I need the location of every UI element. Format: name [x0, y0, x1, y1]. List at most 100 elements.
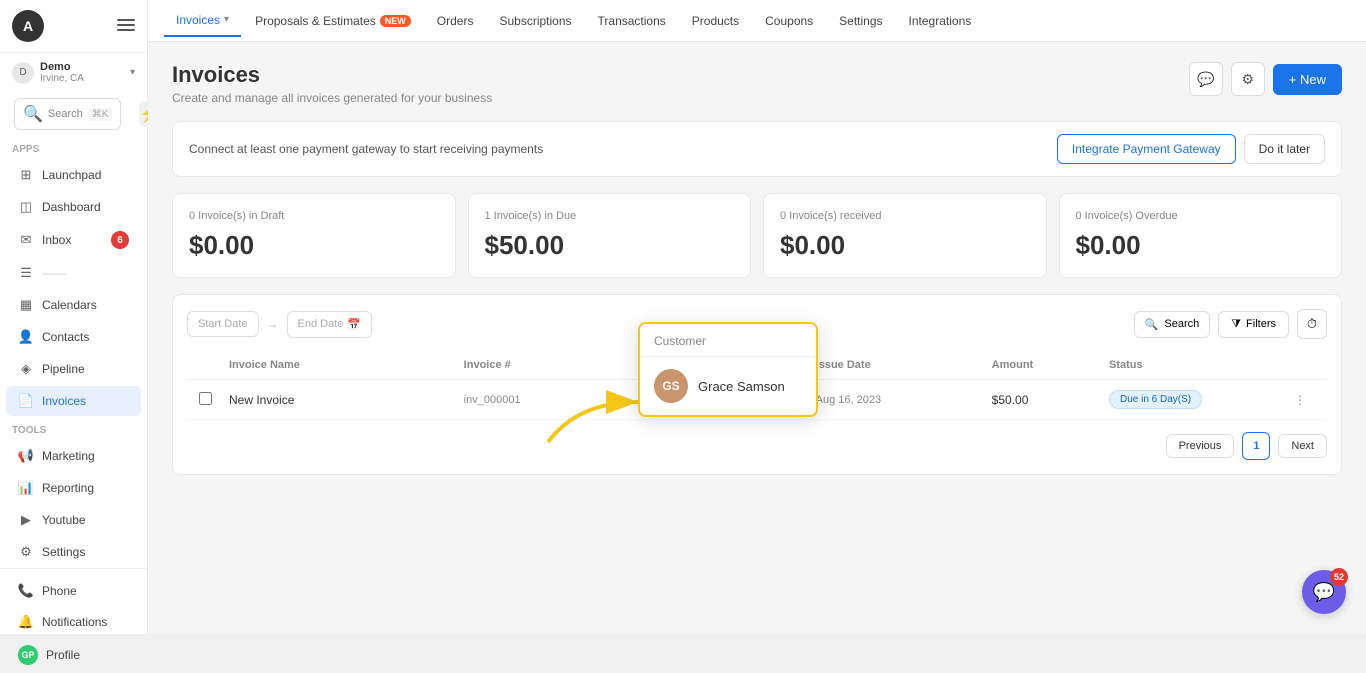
gear-button[interactable]: ⚙ — [1231, 62, 1265, 96]
do-later-button[interactable]: Do it later — [1244, 134, 1325, 164]
org-switcher[interactable]: D Demo Irvine, CA ▾ — [0, 53, 147, 92]
calendar-icon: 📅 — [347, 318, 361, 331]
nav-label: Coupons — [765, 14, 813, 28]
phone-icon: 📞 — [18, 583, 34, 599]
table-footer: Previous 1 Next — [187, 420, 1327, 460]
nav-label: Integrations — [909, 14, 972, 28]
search-placeholder: Search — [1164, 318, 1199, 330]
sidebar-search[interactable]: 🔍 Search ⌘K — [14, 98, 121, 130]
stat-overdue-label: 0 Invoice(s) Overdue — [1076, 210, 1326, 222]
org-name: Demo — [40, 61, 84, 73]
unknown-icon: ☰ — [18, 265, 34, 281]
comment-button[interactable]: 💬 — [1189, 62, 1223, 96]
col-issue-date: Issue Date — [816, 359, 992, 371]
row-action-menu[interactable]: ⋮ — [1285, 393, 1315, 407]
sidebar-item-reporting[interactable]: 📊 Reporting — [6, 473, 141, 503]
sidebar-item-invoices[interactable]: 📄 Invoices — [6, 386, 141, 416]
chat-icon: 💬 — [1313, 582, 1335, 603]
nav-coupons[interactable]: Coupons — [753, 6, 825, 36]
sidebar-item-marketing[interactable]: 📢 Marketing — [6, 441, 141, 471]
sidebar-item-inbox[interactable]: ✉ Inbox 6 — [6, 224, 141, 256]
content-area: Invoices Create and manage all invoices … — [148, 42, 1366, 634]
col-status: Status — [1109, 359, 1285, 371]
main-area: Invoices ▾ Proposals & Estimates NEW Ord… — [148, 0, 1366, 634]
stat-due-value: $50.00 — [485, 230, 735, 261]
invoices-table-area: Start Date → End Date 📅 🔍 Search ⧩ Filte… — [172, 294, 1342, 475]
sidebar-item-dashboard[interactable]: ◫ Dashboard — [6, 192, 141, 222]
sidebar-item-settings[interactable]: ⚙ Settings — [6, 537, 141, 567]
search-label: Search — [48, 108, 83, 120]
sidebar-item-youtube[interactable]: ▶ Youtube — [6, 505, 141, 535]
invoice-status-cell: Due in 6 Day(S) — [1109, 390, 1285, 409]
filters-label: Filters — [1246, 318, 1276, 330]
sidebar-item-pipeline[interactable]: ◈ Pipeline — [6, 354, 141, 384]
stat-received: 0 Invoice(s) received $0.00 — [763, 193, 1047, 278]
sidebar-item-label: Phone — [42, 584, 77, 598]
sidebar-item-unknown[interactable]: ☰ —— — [6, 258, 141, 288]
row-checkbox[interactable] — [199, 392, 212, 405]
sidebar-item-profile[interactable]: GP Profile — [6, 638, 141, 672]
nav-label: Subscriptions — [499, 14, 571, 28]
nav-products[interactable]: Products — [680, 6, 751, 36]
payment-banner: Connect at least one payment gateway to … — [172, 121, 1342, 177]
history-button[interactable]: ⏱ — [1297, 309, 1327, 339]
sidebar-item-label: Youtube — [42, 513, 86, 527]
menu-icon[interactable] — [117, 19, 135, 33]
org-location: Irvine, CA — [40, 73, 84, 84]
marketing-icon: 📢 — [18, 448, 34, 464]
sidebar-item-label: Marketing — [42, 449, 95, 463]
nav-transactions[interactable]: Transactions — [586, 6, 678, 36]
chat-bubble[interactable]: 💬 52 — [1302, 570, 1346, 614]
table-controls: Start Date → End Date 📅 🔍 Search ⧩ Filte… — [187, 309, 1327, 339]
youtube-icon: ▶ — [18, 512, 34, 528]
inbox-icon: ✉ — [18, 232, 34, 248]
page-title: Invoices — [172, 62, 1189, 88]
page-header: Invoices Create and manage all invoices … — [172, 62, 1342, 105]
nav-proposals[interactable]: Proposals & Estimates NEW — [243, 6, 423, 36]
nav-orders[interactable]: Orders — [425, 6, 486, 36]
settings-icon: ⚙ — [18, 544, 34, 560]
sidebar-item-contacts[interactable]: 👤 Contacts — [6, 322, 141, 352]
pipeline-icon: ◈ — [18, 361, 34, 377]
table-search[interactable]: 🔍 Search — [1134, 311, 1211, 338]
reporting-icon: 📊 — [18, 480, 34, 496]
invoice-id-cell: inv_000001 — [464, 394, 640, 406]
new-invoice-button[interactable]: + New — [1273, 64, 1342, 95]
invoices-icon: 📄 — [18, 393, 34, 409]
sidebar-item-label: Calendars — [42, 298, 97, 312]
nav-settings[interactable]: Settings — [827, 6, 894, 36]
nav-label: Settings — [839, 14, 882, 28]
notifications-icon: 🔔 — [18, 614, 34, 630]
previous-button[interactable]: Previous — [1166, 434, 1235, 458]
col-invoice-name: Invoice Name — [229, 359, 464, 371]
stat-draft-label: 0 Invoice(s) in Draft — [189, 210, 439, 222]
stat-draft: 0 Invoice(s) in Draft $0.00 — [172, 193, 456, 278]
sidebar-item-launchpad[interactable]: ⊞ Launchpad — [6, 160, 141, 190]
org-avatar: D — [12, 62, 34, 84]
next-button[interactable]: Next — [1278, 434, 1327, 458]
stat-draft-value: $0.00 — [189, 230, 439, 261]
dashboard-icon: ◫ — [18, 199, 34, 215]
start-date-input[interactable]: Start Date — [187, 311, 259, 337]
nav-integrations[interactable]: Integrations — [897, 6, 984, 36]
sidebar-item-label: Inbox — [42, 233, 71, 247]
sidebar: A D Demo Irvine, CA ▾ 🔍 Search ⌘K ⚡ Apps… — [0, 0, 148, 634]
sidebar-item-notifications[interactable]: 🔔 Notifications — [6, 607, 141, 637]
sidebar-item-phone[interactable]: 📞 Phone — [6, 576, 141, 606]
sidebar-item-label: Launchpad — [42, 168, 101, 182]
sidebar-item-calendars[interactable]: ▦ Calendars — [6, 290, 141, 320]
sidebar-item-label: Invoices — [42, 394, 86, 408]
end-date-input[interactable]: End Date 📅 — [287, 311, 373, 338]
stat-received-label: 0 Invoice(s) received — [780, 210, 1030, 222]
filters-button[interactable]: ⧩ Filters — [1218, 311, 1289, 338]
sidebar-logo: A — [12, 10, 44, 42]
invoice-issue-cell: Aug 16, 2023 — [816, 394, 992, 406]
status-badge: Due in 6 Day(S) — [1109, 390, 1202, 409]
integrate-payment-button[interactable]: Integrate Payment Gateway — [1057, 134, 1236, 164]
date-arrow-icon: → — [267, 317, 279, 331]
nav-invoices[interactable]: Invoices ▾ — [164, 5, 241, 37]
nav-label: Invoices — [176, 13, 220, 27]
sidebar-item-label: Notifications — [42, 615, 107, 629]
sidebar-item-label: Contacts — [42, 330, 89, 344]
nav-subscriptions[interactable]: Subscriptions — [487, 6, 583, 36]
